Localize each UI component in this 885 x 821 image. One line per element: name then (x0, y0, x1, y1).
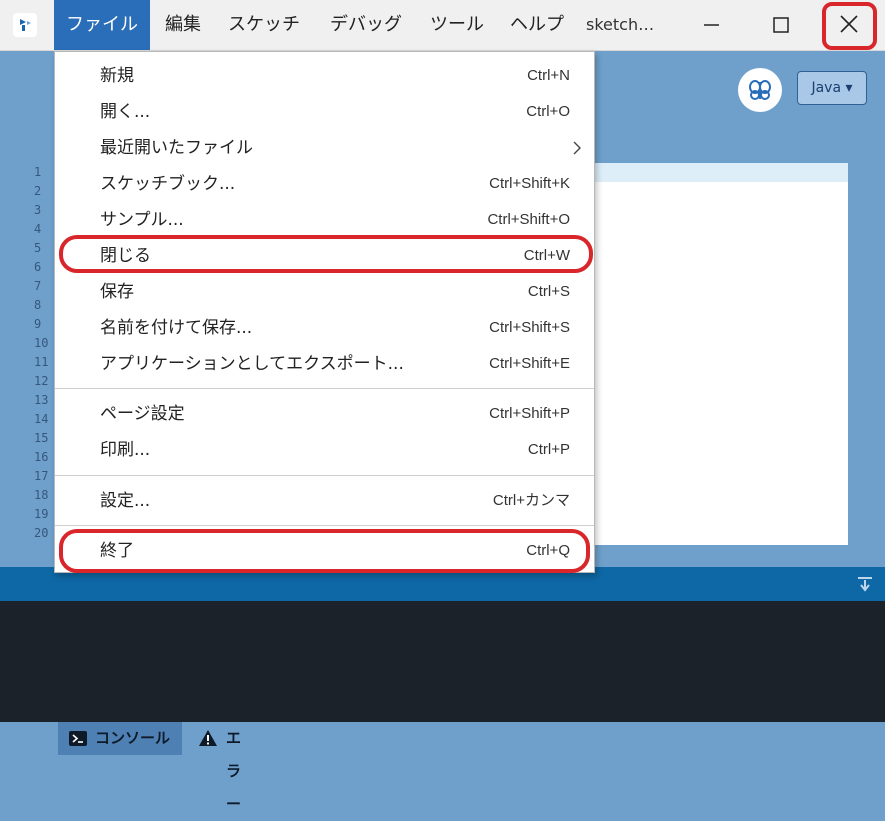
menu-item-sketchbook[interactable]: スケッチブック... Ctrl+Shift+K (55, 167, 594, 201)
menu-item-shortcut: Ctrl+S (527, 283, 570, 300)
download-icon[interactable] (856, 575, 874, 593)
menu-item-label: 名前を付けて保存... (100, 318, 253, 338)
menu-item-save[interactable]: 保存 Ctrl+S (55, 275, 594, 309)
line-number: 12 (34, 374, 49, 388)
line-number: 7 (34, 279, 42, 293)
menu-item-shortcut: Ctrl+Shift+S (489, 319, 570, 336)
menu-item-save-as[interactable]: 名前を付けて保存... Ctrl+Shift+S (55, 311, 594, 345)
menu-item-shortcut: Ctrl+Shift+K (489, 175, 570, 192)
debug-button[interactable] (738, 68, 782, 112)
minimize-button[interactable] (682, 0, 740, 50)
menu-item-shortcut: Ctrl+Shift+P (489, 405, 570, 422)
menu-item-label: アプリケーションとしてエクスポート... (100, 354, 404, 374)
menu-file[interactable]: ファイル (54, 0, 150, 50)
line-number: 10 (34, 336, 49, 350)
maximize-icon (773, 17, 789, 33)
line-number: 16 (34, 450, 49, 464)
tab-console[interactable]: コンソール (58, 722, 182, 755)
line-number: 11 (34, 355, 49, 369)
line-number: 3 (34, 203, 42, 217)
menu-separator (55, 475, 594, 476)
menu-item-shortcut: Ctrl+Shift+O (487, 211, 570, 228)
menu-bar: ファイル 編集 スケッチ デバッグ ツール ヘルプ sketch… (0, 0, 885, 51)
maximize-button[interactable] (752, 0, 810, 50)
line-number: 9 (34, 317, 42, 331)
menu-item-shortcut: Ctrl+N (527, 67, 570, 84)
menu-item-shortcut: Ctrl+Shift+E (489, 355, 570, 372)
quit-item-highlight (59, 529, 590, 573)
window-title: sketch… (586, 15, 655, 34)
tab-error-label: エラー (226, 729, 242, 813)
menu-item-open[interactable]: 開く... Ctrl+O (55, 95, 594, 129)
menu-tools[interactable]: ツール (418, 0, 496, 50)
line-number: 20 (34, 526, 49, 540)
line-number: 17 (34, 469, 49, 483)
menu-separator (55, 525, 594, 526)
line-number: 5 (34, 241, 42, 255)
line-number: 19 (34, 507, 49, 521)
line-number: 13 (34, 393, 49, 407)
line-number: 1 (34, 165, 42, 179)
line-number: 2 (34, 184, 42, 198)
mode-select[interactable]: Java ▾ (797, 71, 867, 105)
menu-item-label: サンプル... (100, 210, 184, 230)
menu-separator (55, 388, 594, 389)
menu-item-label: 印刷... (100, 440, 151, 460)
menu-sketch[interactable]: スケッチ (216, 0, 312, 50)
chevron-right-icon (573, 141, 581, 155)
menu-item-print[interactable]: 印刷... Ctrl+P (55, 433, 594, 467)
menu-item-shortcut: Ctrl+カンマ (492, 492, 570, 509)
menu-item-label: 設定... (100, 491, 151, 511)
close-item-highlight (59, 235, 593, 273)
line-number: 15 (34, 431, 49, 445)
console-output[interactable] (0, 601, 885, 722)
menu-help[interactable]: ヘルプ (498, 0, 576, 50)
menu-item-page-setup[interactable]: ページ設定 Ctrl+Shift+P (55, 397, 594, 431)
line-number: 4 (34, 222, 42, 236)
line-number-gutter: 1 2 3 4 5 6 7 8 9 10 11 12 13 14 15 16 1… (0, 163, 55, 545)
menu-item-recent[interactable]: 最近開いたファイル (55, 131, 594, 165)
menu-item-label: 最近開いたファイル (100, 138, 253, 158)
menu-item-label: スケッチブック... (100, 174, 236, 194)
close-button-highlight (822, 2, 877, 50)
editor-scrollbar[interactable] (848, 163, 885, 545)
menu-item-preferences[interactable]: 設定... Ctrl+カンマ (55, 484, 594, 518)
menu-debug[interactable]: デバッグ (318, 0, 414, 50)
menu-item-examples[interactable]: サンプル... Ctrl+Shift+O (55, 203, 594, 237)
menu-item-new[interactable]: 新規 Ctrl+N (55, 59, 594, 93)
menu-item-shortcut: Ctrl+P (527, 441, 570, 458)
butterfly-icon (749, 80, 771, 100)
warning-icon (199, 730, 217, 746)
menu-item-label: 保存 (100, 282, 134, 302)
menu-edit[interactable]: 編集 (153, 0, 213, 50)
line-number: 14 (34, 412, 49, 426)
menu-item-label: 開く... (100, 102, 151, 122)
tab-console-label: コンソール (95, 729, 171, 747)
file-menu-dropdown: 新規 Ctrl+N 開く... Ctrl+O 最近開いたファイル スケッチブック… (54, 51, 595, 573)
minimize-icon (704, 24, 719, 26)
processing-app-icon[interactable] (13, 13, 37, 37)
menu-item-shortcut: Ctrl+O (526, 103, 570, 120)
menu-item-export-application[interactable]: アプリケーションとしてエクスポート... Ctrl+Shift+E (55, 347, 594, 381)
line-number: 18 (34, 488, 49, 502)
terminal-icon (69, 731, 87, 746)
line-number: 6 (34, 260, 42, 274)
line-number: 8 (34, 298, 42, 312)
menu-item-label: 新規 (100, 66, 134, 86)
menu-item-label: ページ設定 (100, 404, 185, 424)
